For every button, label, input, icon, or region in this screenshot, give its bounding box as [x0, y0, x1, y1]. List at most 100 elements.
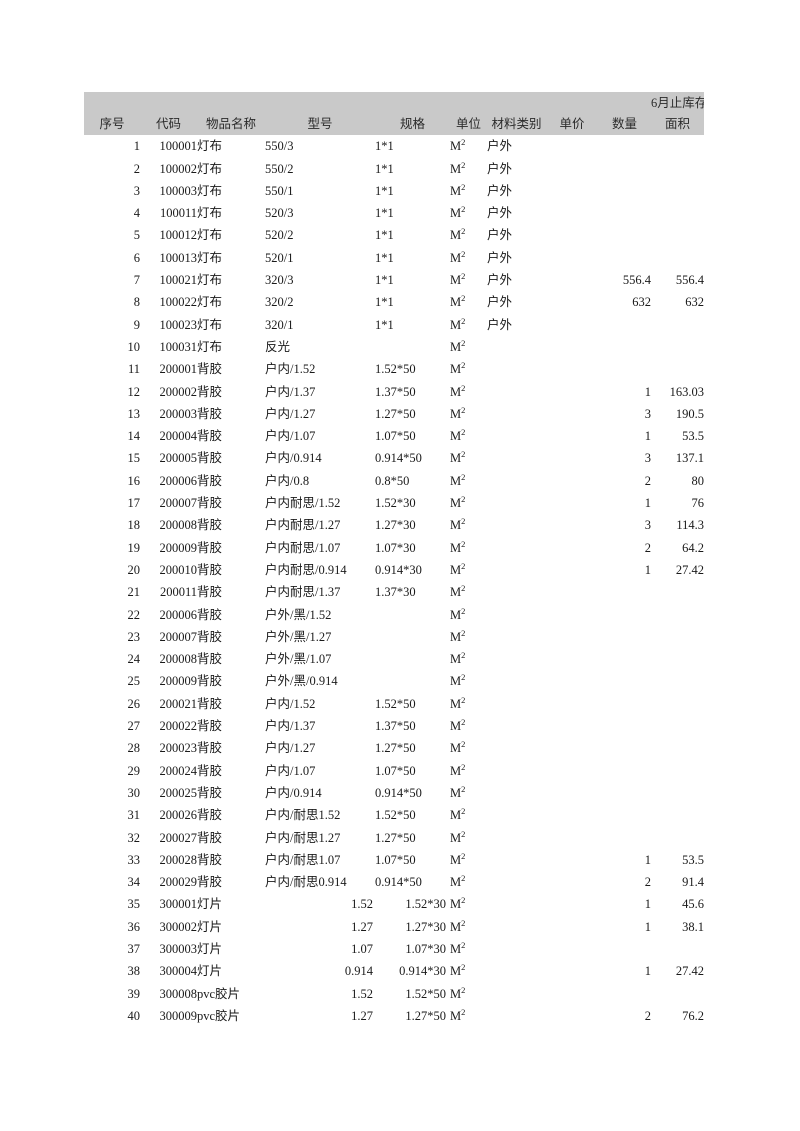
cell-item-name[interactable]: 灯片 — [197, 893, 265, 915]
table-row[interactable]: 23 200007 背胶 户外/黑/1.27 M2 — [84, 626, 704, 648]
cell-item-name[interactable]: 背胶 — [197, 537, 265, 559]
cell-stock-area[interactable] — [651, 135, 704, 157]
cell-seq[interactable]: 10 — [84, 336, 141, 358]
cell-item-name[interactable]: 背胶 — [197, 425, 265, 447]
cell-unit-price[interactable] — [546, 893, 598, 915]
table-row[interactable]: 1 100001 灯布 550/3 1*1 M2 户外 — [84, 135, 704, 157]
table-row[interactable]: 8 100022 灯布 320/2 1*1 M2 户外 632 632 — [84, 291, 704, 313]
cell-spec[interactable]: 1.27*30 — [375, 514, 450, 536]
cell-spec[interactable]: 1*1 — [375, 314, 450, 336]
cell-code[interactable]: 100013 — [140, 247, 198, 269]
cell-model[interactable]: 520/2 — [265, 224, 375, 246]
cell-stock-qty[interactable] — [598, 336, 651, 358]
cell-material-type[interactable] — [487, 514, 546, 536]
cell-seq[interactable]: 2 — [84, 158, 140, 180]
cell-model[interactable]: 户外/黑/1.52 — [265, 604, 375, 626]
cell-item-name[interactable]: 背胶 — [197, 604, 265, 626]
column-header-name[interactable]: 物品名称 — [197, 92, 265, 136]
cell-model[interactable]: 户内耐思/1.27 — [265, 514, 375, 536]
cell-stock-area[interactable] — [651, 626, 704, 648]
table-row[interactable]: 4 100011 灯布 520/3 1*1 M2 户外 — [84, 202, 704, 224]
cell-stock-area[interactable]: 27.42 — [651, 559, 704, 581]
cell-unit[interactable]: M2 — [450, 581, 487, 603]
cell-item-name[interactable]: 背胶 — [197, 804, 265, 826]
cell-item-name[interactable]: 背胶 — [197, 871, 265, 893]
column-header-seq[interactable]: 序号 — [84, 92, 140, 136]
cell-material-type[interactable] — [487, 336, 546, 358]
cell-stock-area[interactable] — [651, 938, 704, 960]
table-row[interactable]: 3 100003 灯布 550/1 1*1 M2 户外 — [84, 180, 704, 202]
table-row[interactable]: 30 200025 背胶 户内/0.914 0.914*50 M2 — [84, 782, 704, 804]
cell-stock-area[interactable]: 190.5 — [651, 403, 704, 425]
table-row[interactable]: 6 100013 灯布 520/1 1*1 M2 户外 — [84, 247, 704, 269]
cell-spec[interactable]: 1.07*30 — [375, 938, 450, 960]
table-row[interactable]: 21 200011 背胶 户内耐思/1.37 1.37*30 M2 — [84, 581, 704, 603]
cell-item-name[interactable]: 背胶 — [197, 715, 265, 737]
cell-seq[interactable]: 28 — [84, 737, 141, 759]
cell-material-type[interactable] — [487, 782, 546, 804]
cell-spec[interactable]: 1.27*50 — [375, 1005, 450, 1027]
cell-model[interactable]: 户内耐思/1.52 — [265, 492, 375, 514]
cell-material-type[interactable] — [487, 470, 546, 492]
cell-spec[interactable]: 0.914*50 — [375, 871, 450, 893]
cell-unit-price[interactable] — [546, 782, 598, 804]
cell-material-type[interactable] — [487, 403, 546, 425]
cell-stock-area[interactable] — [651, 983, 704, 1005]
table-row[interactable]: 37 300003 灯片 1.07 1.07*30 M2 — [84, 938, 704, 960]
cell-stock-qty[interactable]: 1 — [598, 916, 651, 938]
cell-unit-price[interactable] — [546, 1005, 598, 1027]
cell-unit-price[interactable] — [546, 291, 598, 313]
cell-stock-qty[interactable]: 1 — [598, 960, 651, 982]
cell-seq[interactable]: 7 — [84, 269, 140, 291]
cell-seq[interactable]: 25 — [84, 670, 141, 692]
column-header-code[interactable]: 代码 — [140, 92, 197, 136]
cell-item-name[interactable]: 灯布 — [197, 135, 265, 157]
cell-code[interactable]: 100011 — [140, 202, 197, 224]
cell-seq[interactable]: 5 — [84, 224, 140, 246]
cell-model[interactable]: 520/1 — [265, 247, 375, 269]
cell-model[interactable]: 户内/0.8 — [265, 470, 375, 492]
cell-spec[interactable]: 1.52*30 — [375, 492, 450, 514]
cell-material-type[interactable] — [487, 381, 546, 403]
cell-stock-qty[interactable]: 556.4 — [598, 269, 651, 291]
cell-item-name[interactable]: 背胶 — [197, 760, 265, 782]
cell-stock-area[interactable] — [651, 804, 704, 826]
cell-spec[interactable]: 1*1 — [375, 224, 450, 246]
cell-seq[interactable]: 37 — [84, 938, 141, 960]
cell-model[interactable]: 户内/1.52 — [265, 358, 375, 380]
cell-unit-price[interactable] — [546, 559, 598, 581]
cell-spec[interactable]: 1.27*30 — [375, 916, 450, 938]
cell-unit[interactable]: M2 — [450, 693, 487, 715]
cell-unit-price[interactable] — [546, 871, 598, 893]
cell-code[interactable]: 200008 — [140, 514, 198, 536]
cell-code[interactable]: 100012 — [140, 224, 198, 246]
cell-spec[interactable]: 1*1 — [375, 180, 450, 202]
cell-stock-qty[interactable]: 1 — [598, 492, 651, 514]
cell-stock-qty[interactable] — [598, 626, 651, 648]
cell-stock-qty[interactable]: 1 — [598, 893, 651, 915]
cell-seq[interactable]: 16 — [84, 470, 141, 492]
cell-stock-qty[interactable]: 3 — [598, 403, 651, 425]
cell-stock-qty[interactable]: 632 — [598, 291, 651, 313]
cell-item-name[interactable]: 背胶 — [197, 849, 265, 871]
cell-model[interactable]: 550/1 — [265, 180, 375, 202]
cell-code[interactable]: 200009 — [140, 670, 198, 692]
cell-item-name[interactable]: 背胶 — [197, 559, 265, 581]
cell-stock-area[interactable] — [651, 247, 704, 269]
cell-unit-price[interactable] — [546, 202, 598, 224]
cell-material-type[interactable] — [487, 626, 546, 648]
cell-material-type[interactable] — [487, 425, 546, 447]
cell-code[interactable]: 200002 — [140, 381, 198, 403]
cell-code[interactable]: 100022 — [140, 291, 198, 313]
cell-model[interactable]: 550/2 — [265, 158, 375, 180]
cell-material-type[interactable] — [487, 827, 546, 849]
cell-code[interactable]: 200021 — [140, 693, 198, 715]
cell-stock-area[interactable] — [651, 827, 704, 849]
cell-stock-qty[interactable] — [598, 760, 651, 782]
cell-model[interactable]: 1.52 — [265, 893, 375, 915]
cell-stock-qty[interactable]: 1 — [598, 559, 651, 581]
column-header-unit[interactable]: 单位 — [450, 92, 487, 136]
cell-item-name[interactable]: 灯片 — [197, 938, 265, 960]
table-row[interactable]: 12 200002 背胶 户内/1.37 1.37*50 M2 1 163.03 — [84, 381, 705, 403]
cell-stock-area[interactable] — [651, 358, 704, 380]
